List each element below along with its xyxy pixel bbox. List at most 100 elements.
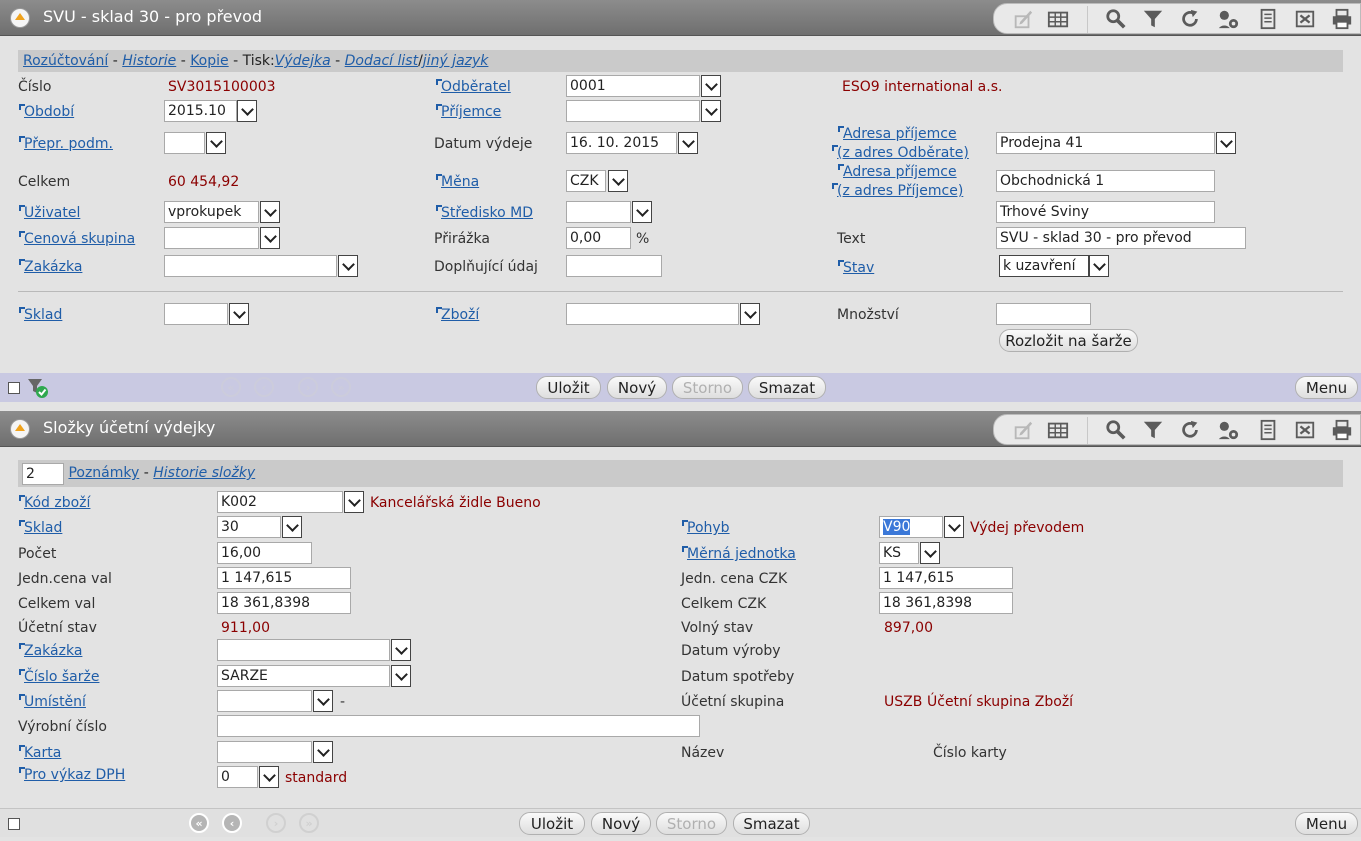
prijemce-input[interactable] [566,100,700,122]
pohyb-dropdown[interactable] [944,516,964,538]
dph-input[interactable]: 0 [217,766,258,788]
kod-input[interactable]: K002 [217,491,343,513]
sklad-input[interactable] [164,303,228,325]
adresa1-dropdown[interactable] [1216,132,1236,154]
filter-check-icon[interactable] [27,377,49,399]
select-checkbox[interactable] [8,818,20,830]
doplnujici-input[interactable] [566,255,662,277]
dph-label[interactable]: Pro výkaz DPH [18,767,125,783]
adresa1-label[interactable]: Adresa příjemce [838,126,957,142]
adresa2-street-input[interactable]: Obchodnická 1 [996,170,1215,192]
pohyb-input[interactable]: V90 [879,516,943,538]
document-icon[interactable] [1256,8,1280,30]
prepr-label[interactable]: Přepr. podm. [19,136,113,152]
zakazka-input[interactable] [164,255,337,277]
odberatel-dropdown[interactable] [701,75,721,97]
sarze-input[interactable]: SARZE [217,665,390,687]
dph-dropdown[interactable] [259,766,279,788]
last-page-icon[interactable]: » [331,377,351,397]
cenova-label[interactable]: Cenová skupina [18,231,135,247]
edit-icon[interactable] [1011,419,1035,441]
zbozi-dropdown[interactable] [740,303,760,325]
next-page-icon[interactable]: › [298,377,318,397]
adresa2-label[interactable]: Adresa příjemce [838,164,957,180]
rozlozit-button[interactable]: Rozložit na šarže [999,329,1138,352]
new-button[interactable]: Nový [607,376,667,399]
settings-icon[interactable] [1216,8,1240,30]
excel-icon[interactable] [1293,8,1317,30]
umisteni-input[interactable] [217,690,312,712]
stredisko-label[interactable]: Středisko MD [436,205,533,221]
settings-icon[interactable] [1216,419,1240,441]
stav-select[interactable]: k uzavření [999,255,1089,277]
stredisko-input[interactable] [566,201,631,223]
link-historie[interactable]: Historie [122,53,176,69]
sarze-label[interactable]: Číslo šarže [18,669,99,685]
text-input[interactable]: SVU - sklad 30 - pro převod [996,227,1246,249]
odberatel-label[interactable]: Odběratel [436,79,511,95]
datum-input[interactable]: 16. 10. 2015 [566,132,677,154]
adresa2-city-input[interactable]: Trhové Sviny [996,201,1215,223]
delete-button[interactable]: Smazat [733,812,810,835]
record-index-input[interactable]: 2 [22,463,64,485]
refresh-icon[interactable] [1178,419,1202,441]
sklad2-input[interactable]: 30 [217,516,281,538]
adresa2-label-sub[interactable]: (z adres Příjemce) [831,183,963,199]
link-jiny-jazyk[interactable]: jiný jazyk [423,53,489,69]
filter-icon[interactable] [1141,8,1165,30]
menu-button[interactable]: Menu [1295,376,1358,399]
save-button[interactable]: Uložit [536,376,601,399]
pohyb-label[interactable]: Pohyb [682,520,730,536]
collapse-icon[interactable] [11,420,29,438]
odberatel-input[interactable]: 0001 [566,75,700,97]
uzivatel-input[interactable]: vprokupek [164,201,259,223]
prepr-input[interactable] [164,132,205,154]
select-checkbox[interactable] [8,382,20,394]
prev-page-icon[interactable]: ‹ [222,813,242,833]
pocet-input[interactable]: 16,00 [217,542,312,564]
table-icon[interactable] [1046,419,1070,441]
vyrobni-input[interactable] [217,715,700,737]
umisteni-dropdown[interactable] [313,690,333,712]
jcena-czk-input[interactable]: 1 147,615 [879,567,1013,589]
obdobi-label[interactable]: Období [18,104,74,120]
storno-button[interactable]: Storno [672,376,743,399]
storno-button[interactable]: Storno [656,812,727,835]
last-page-icon[interactable]: » [299,813,319,833]
excel-icon[interactable] [1293,419,1317,441]
sklad2-label[interactable]: Sklad [18,520,62,536]
zakazka2-label[interactable]: Zakázka [18,643,82,659]
prijemce-label[interactable]: Příjemce [435,104,501,120]
umisteni-label[interactable]: Umístění [19,694,86,710]
mena-label[interactable]: Měna [435,174,479,190]
sarze-dropdown[interactable] [391,665,411,687]
table-icon[interactable] [1046,8,1070,30]
link-poznamky[interactable]: Poznámky [68,465,139,481]
mj-input[interactable]: KS [879,542,919,564]
refresh-icon[interactable] [1178,8,1202,30]
edit-icon[interactable] [1011,8,1035,30]
cenova-dropdown[interactable] [260,227,280,249]
cenova-input[interactable] [164,227,259,249]
link-dodaci-list[interactable]: Dodací list [345,53,418,69]
adresa1-input[interactable]: Prodejna 41 [996,132,1215,154]
zbozi-label[interactable]: Zboží [435,307,479,323]
sklad-label[interactable]: Sklad [18,307,62,323]
obdobi-dropdown[interactable] [237,100,257,122]
link-rozuctovani[interactable]: Rozúčtování [23,53,108,69]
sklad2-dropdown[interactable] [282,516,302,538]
menu-button[interactable]: Menu [1295,812,1358,835]
datum-dropdown[interactable] [678,132,698,154]
celkem-czk-input[interactable]: 18 361,8398 [879,592,1013,614]
prepr-dropdown[interactable] [206,132,226,154]
zakazka-label[interactable]: Zakázka [18,259,82,275]
celkem-val-input[interactable]: 18 361,8398 [217,592,351,614]
mj-dropdown[interactable] [920,542,940,564]
stredisko-dropdown[interactable] [632,201,652,223]
zakazka-dropdown[interactable] [338,255,358,277]
stav-dropdown[interactable] [1089,255,1109,277]
next-page-icon[interactable]: › [266,813,286,833]
link-historie-slozky[interactable]: Historie složky [153,465,255,481]
search-icon[interactable] [1104,419,1128,441]
prirazka-input[interactable]: 0,00 [566,227,631,249]
